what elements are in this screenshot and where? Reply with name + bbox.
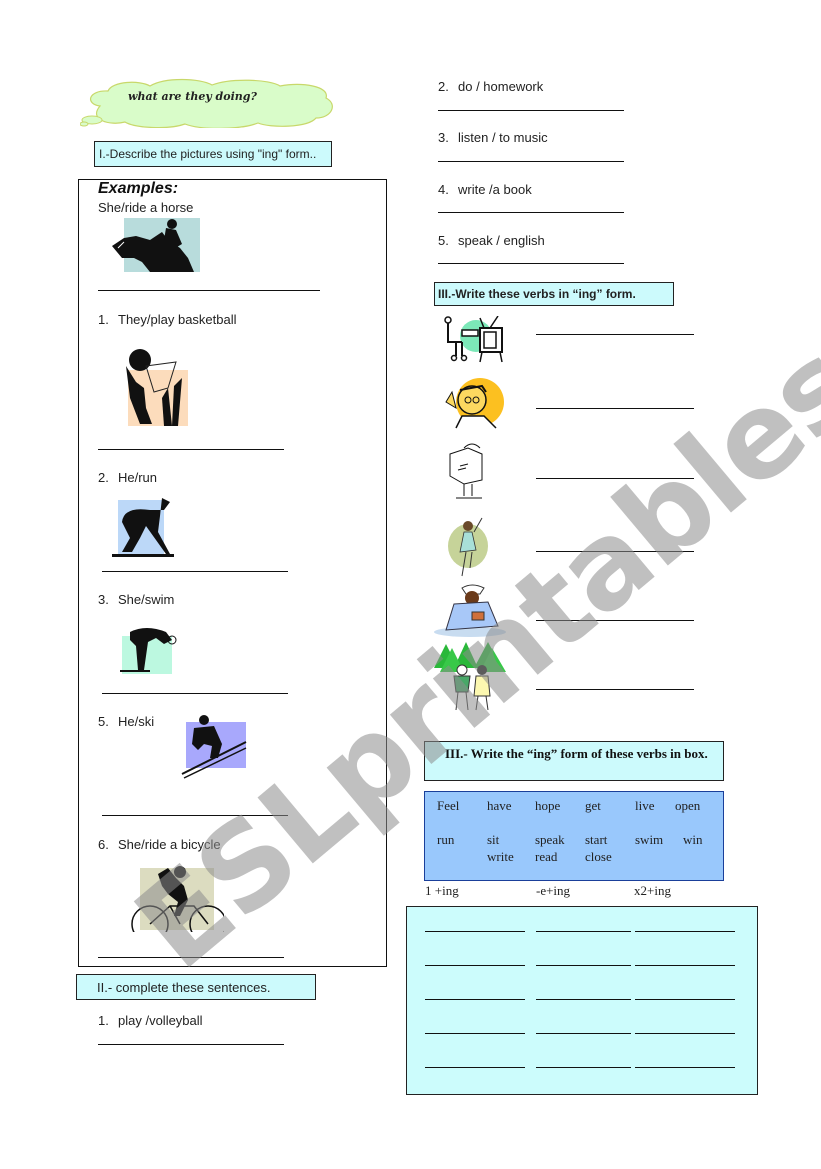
s2-item4-number: 4.	[438, 182, 449, 197]
answer-line[interactable]	[536, 999, 631, 1000]
s2-item2-prompt: do / homework	[458, 79, 544, 94]
verb6-answer-line[interactable]	[536, 689, 694, 690]
category-plus-ing: 1 +ing	[425, 883, 459, 898]
answer-line[interactable]	[635, 931, 735, 932]
verb-word: open	[675, 798, 701, 813]
s2-item5-number: 5.	[438, 233, 449, 248]
s2-item5-prompt: speak / english	[458, 233, 545, 248]
verb-word: win	[683, 832, 703, 847]
section3b-title-box: III.- Write the “ing” form of these verb…	[424, 741, 724, 781]
section2-title: II.- complete these sentences.	[97, 980, 271, 995]
answer-line[interactable]	[536, 1067, 631, 1068]
verb2-answer-line[interactable]	[536, 408, 694, 409]
answer-line[interactable]	[425, 931, 525, 932]
s2-item4-prompt: write /a book	[458, 182, 532, 197]
item5-answer-line[interactable]	[102, 815, 288, 816]
basketball-player-icon	[126, 349, 188, 426]
verb3-answer-line[interactable]	[536, 478, 694, 479]
item2-answer-line[interactable]	[102, 571, 288, 572]
verb-word: Feel	[437, 798, 460, 813]
answer-line[interactable]	[425, 999, 525, 1000]
category-double-ing: x2+ing	[634, 883, 671, 898]
section1-title: I.-Describe the pictures using "ing" for…	[99, 147, 317, 161]
example-prompt: She/ride a horse	[98, 200, 194, 215]
answer-line[interactable]	[635, 1067, 735, 1068]
item6-answer-line[interactable]	[98, 957, 284, 958]
answer-line[interactable]	[425, 1033, 525, 1034]
answer-line[interactable]	[425, 1067, 525, 1068]
answer-line[interactable]	[635, 965, 735, 966]
read-book-icon	[434, 584, 506, 637]
s2-item5-answer-line[interactable]	[438, 263, 624, 264]
swimmer-icon	[120, 628, 177, 674]
answer-line[interactable]	[425, 965, 525, 966]
dance-icon	[448, 517, 488, 577]
worksheet-title: what are they doing?	[128, 90, 257, 103]
answer-line[interactable]	[536, 1033, 631, 1034]
s2-item1-number: 1.	[98, 1013, 109, 1028]
verb-word: write	[487, 849, 514, 864]
s2-item1-answer-line[interactable]	[98, 1044, 284, 1045]
verb-word: read	[535, 849, 558, 864]
runner-icon	[112, 498, 174, 557]
example-answer-line[interactable]	[98, 290, 320, 291]
cyclist-icon	[131, 866, 224, 932]
item3-answer-line[interactable]	[102, 693, 288, 694]
section2-title-box: II.- complete these sentences.	[76, 974, 316, 1000]
item3-number: 3.	[98, 592, 109, 607]
item2-number: 2.	[98, 470, 109, 485]
item5-number: 5.	[98, 714, 109, 729]
section3a-title-box: III.-Write these verbs in “ing” form.	[434, 282, 674, 306]
verb-list-box: Feel have hope get live open run sit spe…	[424, 791, 724, 881]
item1-number: 1.	[98, 312, 109, 327]
watch-tv-icon	[444, 316, 503, 363]
verb-word: have	[487, 798, 512, 813]
section3b-title: III.- Write the “ing” form of these verb…	[445, 746, 708, 761]
s2-item3-number: 3.	[438, 130, 449, 145]
verb-word: swim	[635, 832, 664, 847]
s2-item2-number: 2.	[438, 79, 449, 94]
examples-label: Examples:	[98, 180, 179, 197]
s2-item3-answer-line[interactable]	[438, 161, 624, 162]
section3a-title: III.-Write these verbs in “ing” form.	[438, 287, 636, 301]
item3-prompt: She/swim	[118, 592, 175, 607]
talk-phone-icon	[445, 378, 504, 429]
verb-word: run	[437, 832, 455, 847]
answer-line[interactable]	[635, 999, 735, 1000]
walk-forest-icon	[434, 642, 506, 711]
read-newspaper-icon	[449, 443, 483, 499]
verb-word: hope	[535, 798, 561, 813]
verb-word: start	[585, 832, 608, 847]
verb1-answer-line[interactable]	[536, 334, 694, 335]
s2-item2-answer-line[interactable]	[438, 110, 624, 111]
item5-prompt: He/ski	[118, 714, 155, 729]
item1-prompt: They/play basketball	[118, 312, 237, 327]
verb5-answer-line[interactable]	[536, 620, 694, 621]
category-drop-e-ing: -e+ing	[536, 883, 571, 898]
item2-prompt: He/run	[118, 470, 158, 485]
verb-word: close	[585, 849, 612, 864]
verb-word: sit	[487, 832, 500, 847]
s2-item4-answer-line[interactable]	[438, 212, 624, 213]
item1-answer-line[interactable]	[98, 449, 284, 450]
item6-number: 6.	[98, 837, 109, 852]
s2-item3-prompt: listen / to music	[458, 130, 548, 145]
section1-title-box: I.-Describe the pictures using "ing" for…	[94, 141, 332, 167]
answer-line[interactable]	[635, 1033, 735, 1034]
verb-word: get	[585, 798, 601, 813]
verb-word: live	[635, 798, 655, 813]
s2-item1-prompt: play /volleyball	[118, 1013, 203, 1028]
answer-line[interactable]	[536, 965, 631, 966]
verb4-answer-line[interactable]	[536, 551, 694, 552]
skier-icon	[181, 715, 247, 779]
answer-line[interactable]	[536, 931, 631, 932]
horse-rider-icon	[112, 218, 200, 272]
answer-box	[406, 906, 758, 1095]
verb-word: speak	[535, 832, 565, 847]
item6-prompt: She/ride a bicycle	[118, 837, 221, 852]
cloud-banner	[80, 78, 333, 128]
